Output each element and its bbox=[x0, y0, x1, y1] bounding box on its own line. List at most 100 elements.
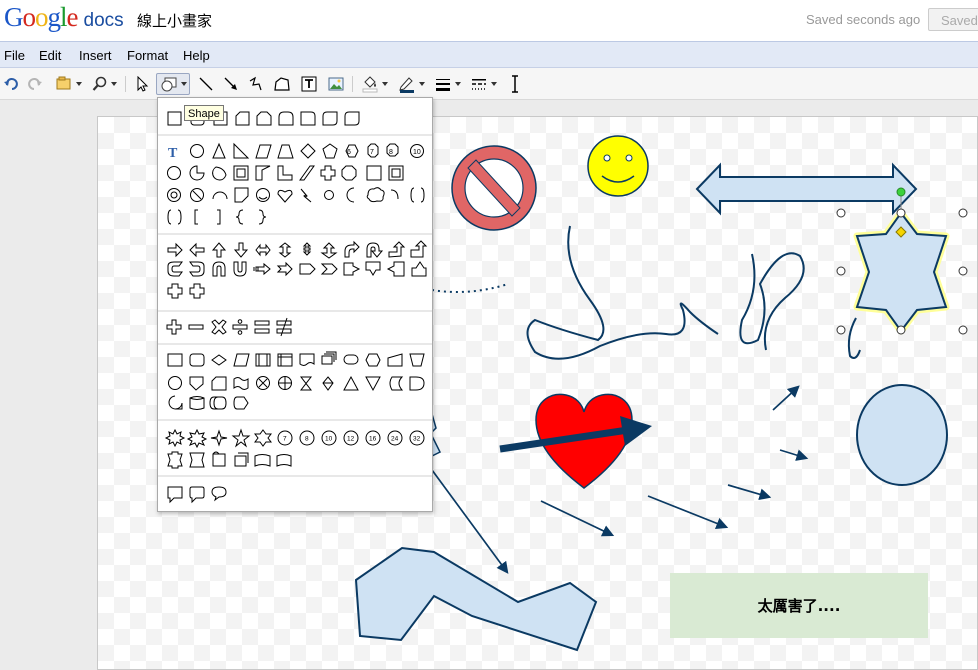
rect-callout-shape-icon[interactable] bbox=[167, 486, 183, 504]
punched-tape-flow-icon[interactable] bbox=[233, 377, 249, 390]
double-arrow-shape[interactable] bbox=[695, 162, 918, 216]
triangle-shape-icon[interactable] bbox=[212, 142, 226, 159]
card-flow-icon[interactable] bbox=[211, 376, 227, 391]
freehand-scribble-3[interactable] bbox=[847, 317, 861, 359]
quad-arrow-shape-icon[interactable] bbox=[302, 242, 312, 256]
text-box[interactable]: 太厲害了.... bbox=[670, 573, 928, 638]
merge-flow-icon[interactable] bbox=[365, 376, 381, 392]
multiply-equation-shape-icon[interactable] bbox=[211, 319, 227, 335]
manual-input-flow-icon[interactable] bbox=[387, 353, 403, 367]
up-down-arrow-shape-icon[interactable] bbox=[278, 242, 292, 258]
dodecagon-shape-icon[interactable] bbox=[167, 166, 181, 180]
arc-shape-icon[interactable] bbox=[390, 189, 399, 200]
round-diagonal-shape-icon[interactable] bbox=[322, 111, 338, 126]
equal-equation-shape-icon[interactable] bbox=[254, 320, 270, 326]
preparation-flow-icon[interactable] bbox=[365, 353, 381, 367]
smiley-shape-icon[interactable] bbox=[256, 188, 270, 202]
sequential-access-flow-icon[interactable] bbox=[168, 395, 183, 410]
down-arrow-shape-icon[interactable] bbox=[233, 242, 249, 258]
shape-dropdown-menu[interactable]: T 6 7 8 10 7 8 10 12 16 24 32 bbox=[157, 97, 433, 512]
predefined-flow-icon[interactable] bbox=[255, 353, 271, 367]
terminator-flow-icon[interactable] bbox=[343, 354, 359, 365]
lightning-shape-icon[interactable] bbox=[300, 188, 312, 203]
ribbon-2-shape-icon[interactable] bbox=[189, 452, 205, 468]
manual-operation-flow-icon[interactable] bbox=[409, 353, 425, 367]
connector-flow-icon[interactable] bbox=[168, 376, 182, 390]
curved-up-arrow-shape-icon[interactable] bbox=[212, 261, 226, 277]
left-arrow-callout-shape-icon[interactable] bbox=[386, 261, 405, 277]
rectangle-shape-icon[interactable] bbox=[167, 111, 182, 126]
vertical-scroll-shape-icon[interactable] bbox=[234, 452, 249, 467]
snip-diagonal-shape-icon[interactable] bbox=[256, 111, 272, 126]
dotted-curve[interactable] bbox=[431, 283, 509, 293]
left-bracket-shape-icon[interactable] bbox=[194, 209, 198, 225]
document-flow-icon[interactable] bbox=[299, 353, 315, 366]
oval-shape-icon[interactable] bbox=[190, 144, 204, 158]
right-arrow-shape-icon[interactable] bbox=[167, 242, 183, 258]
right-arrow-callout-shape-icon[interactable] bbox=[343, 262, 361, 276]
round-same-side-shape-icon[interactable] bbox=[278, 111, 294, 126]
multidoc-flow-icon[interactable] bbox=[321, 351, 337, 365]
internal-storage-flow-icon[interactable] bbox=[277, 353, 293, 367]
wave-shape-icon[interactable] bbox=[254, 454, 271, 467]
heart-shape-icon[interactable] bbox=[277, 189, 293, 203]
can-shape-icon[interactable] bbox=[366, 165, 382, 181]
extract-flow-icon[interactable] bbox=[343, 375, 359, 391]
offpage-flow-icon[interactable] bbox=[189, 376, 204, 391]
half-frame-shape-icon[interactable] bbox=[255, 165, 271, 181]
u-turn-arrow-shape-icon[interactable] bbox=[366, 242, 384, 258]
pie-shape-icon[interactable] bbox=[189, 165, 205, 181]
left-arrow-shape-icon[interactable] bbox=[189, 242, 205, 258]
l-shape-icon[interactable] bbox=[277, 165, 293, 181]
pentagon-shape-icon[interactable] bbox=[322, 143, 338, 159]
left-up-arrow-shape-icon[interactable] bbox=[388, 241, 406, 258]
freeform-polygon-shape[interactable] bbox=[354, 546, 598, 652]
parallelogram-shape-icon[interactable] bbox=[255, 144, 272, 159]
double-bracket-shape-icon[interactable] bbox=[410, 187, 425, 203]
sun-shape-icon[interactable] bbox=[324, 190, 334, 200]
round-corner-shape-icon[interactable] bbox=[300, 111, 316, 126]
pentagon-arrow-shape-icon[interactable] bbox=[299, 263, 316, 275]
decision-flow-icon[interactable] bbox=[211, 354, 227, 366]
plus-shape-icon[interactable] bbox=[320, 165, 336, 181]
delay-flow-icon[interactable] bbox=[409, 376, 425, 391]
diagonal-stripe-shape-icon[interactable] bbox=[299, 165, 315, 181]
alt-process-flow-icon[interactable] bbox=[189, 353, 205, 367]
star-5-shape-icon[interactable] bbox=[231, 428, 251, 448]
trapezoid-shape-icon[interactable] bbox=[277, 144, 294, 159]
data-flow-icon[interactable] bbox=[233, 353, 250, 367]
shape-palette[interactable]: T 6 7 8 10 7 8 10 12 16 24 32 bbox=[158, 98, 432, 511]
circle-shape[interactable] bbox=[856, 384, 948, 486]
down-arrow-callout-shape-icon[interactable] bbox=[365, 261, 381, 276]
stored-data-flow-icon[interactable] bbox=[389, 376, 404, 391]
left-brace-shape-icon[interactable] bbox=[235, 209, 244, 225]
ribbon-shape-icon[interactable] bbox=[167, 451, 183, 469]
right-triangle-shape-icon[interactable] bbox=[233, 142, 250, 159]
right-bracket-shape-icon[interactable] bbox=[217, 209, 221, 225]
curved-left-arrow-shape-icon[interactable] bbox=[189, 261, 205, 277]
not-equal-equation-shape-icon[interactable] bbox=[276, 320, 292, 326]
quad-arrow-callout-shape-icon[interactable] bbox=[189, 283, 205, 299]
direct-access-flow-icon[interactable] bbox=[209, 396, 227, 410]
up-arrow-shape-icon[interactable] bbox=[211, 242, 227, 258]
plaque-shape-icon[interactable] bbox=[341, 165, 357, 181]
snip-round-shape-icon[interactable] bbox=[344, 111, 360, 126]
curved-right-arrow-shape-icon[interactable] bbox=[167, 261, 183, 277]
curved-down-arrow-shape-icon[interactable] bbox=[233, 261, 247, 277]
divide-equation-shape-icon[interactable] bbox=[232, 324, 248, 330]
magnetic-disk-flow-icon[interactable] bbox=[189, 396, 205, 410]
collate-flow-icon[interactable] bbox=[299, 376, 313, 391]
cloud-shape-icon[interactable] bbox=[366, 187, 385, 203]
sort-flow-icon[interactable] bbox=[322, 376, 334, 391]
display-flow-icon[interactable] bbox=[233, 396, 249, 410]
oval-callout-shape-icon[interactable] bbox=[211, 486, 227, 502]
snip-corner-shape-icon[interactable] bbox=[235, 111, 250, 126]
left-right-arrow-callout-shape-icon[interactable] bbox=[167, 283, 183, 299]
explosion-2-shape-icon[interactable] bbox=[186, 428, 208, 449]
double-brace-shape-icon[interactable] bbox=[167, 209, 182, 225]
block-arc-shape-icon[interactable] bbox=[212, 191, 228, 200]
chord-shape-icon[interactable] bbox=[212, 166, 227, 181]
striped-right-arrow-shape-icon[interactable] bbox=[253, 262, 271, 276]
freehand-scribble-2[interactable] bbox=[739, 252, 805, 351]
chevron-shape-icon[interactable] bbox=[320, 263, 338, 275]
